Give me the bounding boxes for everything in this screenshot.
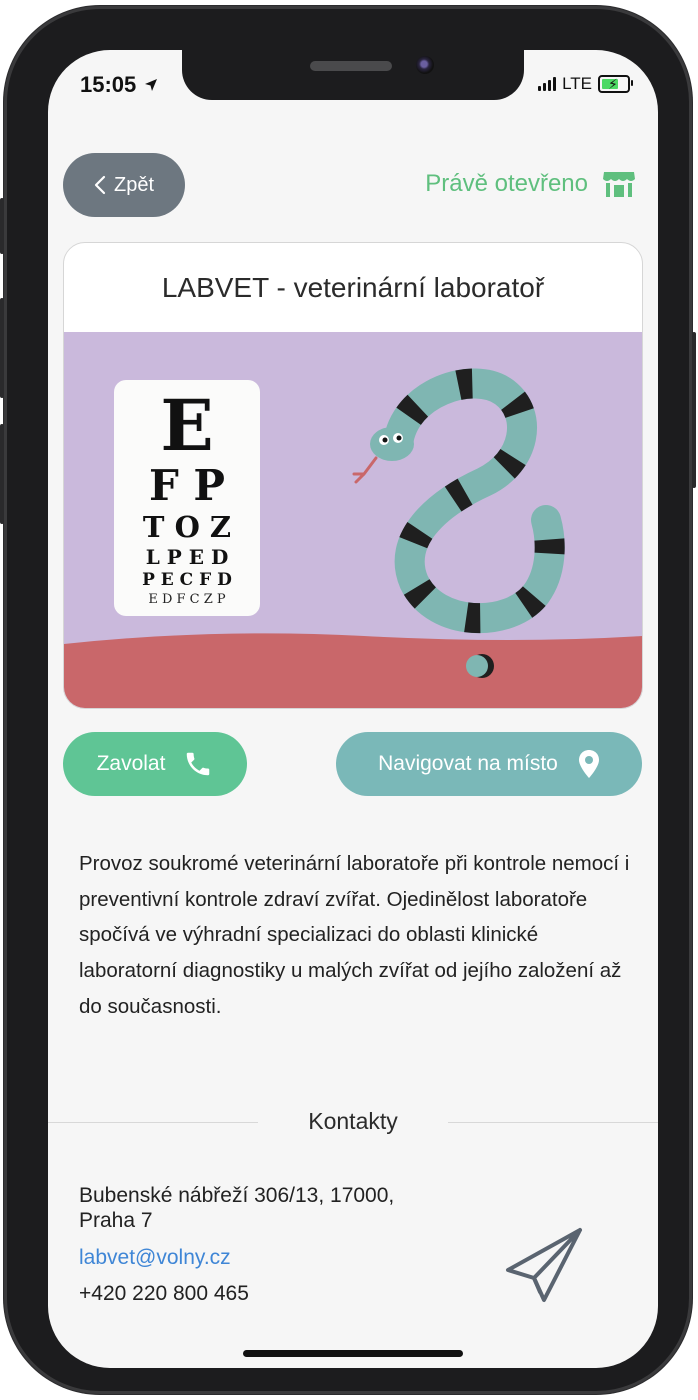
contact-phone[interactable]: +420 220 800 465 [79, 1282, 249, 1306]
address-line: Bubenské nábřeží 306/13, 17000, [79, 1184, 395, 1207]
status-bar-indicators: LTE ⚡ [538, 74, 633, 94]
back-button-label: Zpět [113, 173, 155, 196]
call-button[interactable]: Zavolat [63, 732, 247, 796]
eye-chart-row: E D F C Z P [148, 592, 226, 607]
notch [182, 50, 524, 100]
lab-illustration: E F P T O Z L P E D P E C F D E D F C Z … [64, 332, 642, 708]
call-button-label: Zavolat [96, 752, 166, 775]
phone-frame: 15:05 LTE ⚡ Zpět Právě otevřeno LABVET -… [0, 6, 696, 1394]
volume-up-button [0, 298, 4, 398]
eye-chart-row: T O Z [143, 510, 231, 544]
open-status: Právě otevřeno [425, 170, 636, 198]
screen: 15:05 LTE ⚡ Zpět Právě otevřeno LABVET -… [48, 50, 658, 1368]
home-indicator[interactable] [243, 1350, 463, 1357]
status-bar-time: 15:05 [80, 72, 158, 98]
back-button[interactable]: Zpět [63, 153, 185, 217]
mute-switch [0, 198, 4, 254]
network-type: LTE [562, 74, 592, 93]
contact-address: Bubenské nábřeží 306/13, 17000, Praha 7 [79, 1183, 459, 1233]
volume-down-button [0, 424, 4, 524]
eye-chart-row: E [160, 384, 213, 467]
carousel-indicator [466, 654, 494, 678]
eye-chart-row: L P E D [146, 545, 229, 569]
navigate-button-label: Navigovat na místo [378, 752, 558, 775]
lab-card: LABVET - veterinární laboratoř E F P T O… [63, 242, 643, 709]
phone-icon [187, 752, 210, 776]
power-button [692, 332, 696, 488]
navigate-button[interactable]: Navigovat na místo [336, 732, 642, 796]
contact-email-link[interactable]: labvet@volny.cz [79, 1246, 231, 1270]
open-status-label: Právě otevřeno [425, 170, 588, 197]
speaker [310, 61, 392, 71]
battery-icon: ⚡ [598, 75, 633, 93]
divider-line-right [448, 1122, 658, 1123]
eye-chart-row: P E C F D [142, 570, 232, 590]
address-line: Praha 7 [79, 1209, 153, 1232]
paper-plane-icon[interactable] [504, 1226, 584, 1306]
front-camera [416, 56, 434, 74]
eye-chart-row: F P [149, 461, 225, 510]
location-arrow-icon [145, 79, 158, 91]
contacts-divider: Kontakty [48, 1102, 658, 1142]
card-title: LABVET - veterinární laboratoř [161, 272, 545, 303]
description-text: Provoz soukromé veterinární laboratoře p… [79, 852, 630, 1018]
signal-icon [538, 77, 557, 91]
chevron-left-icon [94, 175, 106, 195]
eye-chart: E F P T O Z L P E D P E C F D E D F C Z … [114, 380, 260, 616]
shop-icon [603, 172, 635, 197]
map-pin-icon [578, 750, 599, 778]
